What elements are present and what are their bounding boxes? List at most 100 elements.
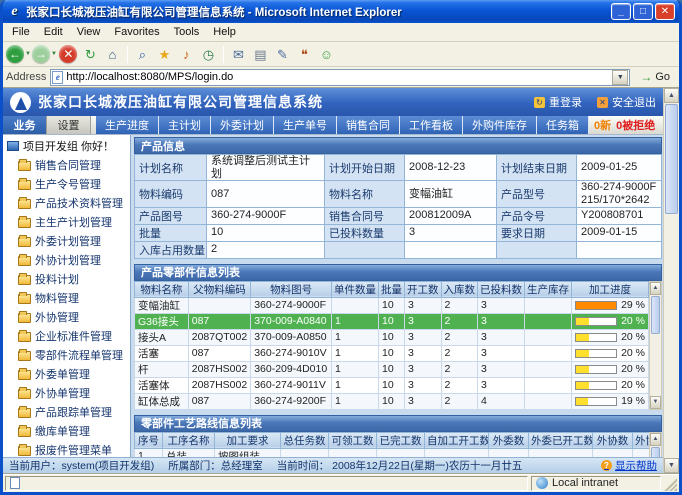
go-button[interactable]: → Go	[634, 68, 676, 87]
logout-button[interactable]: ✕ 安全退出	[597, 94, 656, 110]
sidebar-item[interactable]: 外协管理	[5, 307, 130, 326]
menu-item[interactable]: File	[5, 24, 37, 40]
help-icon: ?	[601, 460, 612, 471]
progress-label: 20 %	[621, 363, 645, 375]
column-header: 外协已开工数	[633, 432, 650, 448]
scroll-up-arrow[interactable]: ▲	[650, 282, 661, 295]
refresh-icon[interactable]: ↻	[80, 43, 101, 65]
活塞体[interactable]: 活塞体 2087HS002 360-274-9011V 1 10 3 2 3	[135, 377, 649, 393]
sidebar-item[interactable]: 销售合同管理	[5, 155, 130, 174]
forward-icon[interactable]: →▼	[32, 43, 57, 65]
G36接头[interactable]: G36接头 087 370-009-A0840 1 10 3 2 3	[135, 313, 649, 329]
接头A[interactable]: 接头A 2087QT002 370-009-A0850 1 10 3 2 3	[135, 329, 649, 345]
活塞[interactable]: 活塞 087 360-274-9010V 1 10 3 2 3	[135, 345, 649, 361]
show-help-link[interactable]: ? 显示帮助	[601, 458, 657, 473]
field-label: 产品令号	[497, 207, 577, 224]
progress-bar	[575, 333, 617, 342]
folder-icon	[18, 446, 31, 456]
menu-item[interactable]: Tools	[167, 24, 207, 40]
scrollbar-thumb[interactable]	[651, 447, 660, 457]
stop-icon[interactable]: ✕	[58, 43, 79, 65]
sidebar-item[interactable]: 主生产计划管理	[5, 212, 130, 231]
favorites-icon[interactable]: ★	[154, 43, 175, 65]
menu-item[interactable]: Edit	[37, 24, 70, 40]
sidebar-item[interactable]: 外协单管理	[5, 383, 130, 402]
sidebar-item[interactable]: 缴库单管理	[5, 421, 130, 440]
sidebar-item[interactable]: 零部件流程单管理	[5, 345, 130, 364]
nav-item[interactable]: 任务箱	[537, 116, 589, 134]
progress-label: 19 %	[621, 395, 645, 407]
sidebar-item[interactable]: 投料计划	[5, 269, 130, 288]
tree-root-node[interactable]: 项目开发组 你好！	[5, 137, 130, 155]
progress-label: 20 %	[621, 379, 645, 391]
close-button[interactable]: ✕	[655, 3, 675, 20]
product-info-row: 入库占用数量 2	[135, 241, 662, 258]
sidebar-item[interactable]: 物料管理	[5, 288, 130, 307]
column-header: 已投料数	[478, 281, 525, 297]
sidebar-item[interactable]: 外委计划管理	[5, 231, 130, 250]
sidebar-item[interactable]: 产品跟踪单管理	[5, 402, 130, 421]
address-input[interactable]: e http://localhost:8080/MPS/login.do ▼	[50, 69, 630, 86]
column-header: 物料图号	[251, 281, 332, 297]
scroll-down-arrow[interactable]: ▼	[664, 458, 679, 473]
messenger-icon[interactable]: ☺	[316, 43, 337, 65]
mail-icon[interactable]: ✉	[228, 43, 249, 65]
field-label: 产品型号	[497, 181, 577, 207]
folder-icon	[18, 408, 31, 418]
chevron-down-icon[interactable]: ▼	[51, 51, 57, 57]
discuss-icon[interactable]: ❝	[294, 43, 315, 65]
nav-item[interactable]: 外委计划	[211, 116, 274, 134]
scroll-up-arrow[interactable]: ▲	[664, 88, 679, 103]
window-title: 张家口长城液压油缸有限公司管理信息系统 - Microsoft Internet…	[26, 4, 607, 20]
sidebar-item[interactable]: 外协计划管理	[5, 250, 130, 269]
scroll-up-arrow[interactable]: ▲	[650, 433, 661, 446]
nav-item[interactable]: 外购件库存	[463, 116, 537, 134]
badge-new: 0新	[594, 117, 611, 133]
search-icon[interactable]: ⌕	[132, 43, 153, 65]
menu-item[interactable]: View	[70, 24, 108, 40]
back-icon[interactable]: ←▼	[6, 43, 31, 65]
home-icon[interactable]: ⌂	[102, 43, 123, 65]
nav-item[interactable]: 生产单号	[274, 116, 337, 134]
product-info-row: 产品图号 360-274-9000F 销售合同号 200812009A 产品令号…	[135, 207, 662, 224]
sidebar-item[interactable]: 企业标准件管理	[5, 326, 130, 345]
address-dropdown-button[interactable]: ▼	[612, 70, 628, 85]
tab-settings[interactable]: 设置	[47, 116, 91, 134]
progress-bar	[575, 301, 617, 310]
media-icon[interactable]: ♪	[176, 43, 197, 65]
relogin-button[interactable]: ↻ 重登录	[534, 94, 582, 110]
print-icon[interactable]: ▤	[250, 43, 271, 65]
tab-business[interactable]: 业务	[3, 116, 47, 134]
nav-item[interactable]: 销售合同	[337, 116, 400, 134]
menu-item[interactable]: Favorites	[107, 24, 166, 40]
minimize-button[interactable]: _	[611, 3, 631, 20]
history-icon[interactable]: ◷	[198, 43, 219, 65]
column-header: 父物料编码	[188, 281, 250, 297]
nav-item[interactable]: 工作看板	[400, 116, 463, 134]
sidebar-item[interactable]: 产品技术资料管理	[5, 193, 130, 212]
toolbar-separator	[124, 43, 131, 65]
address-url[interactable]: http://localhost:8080/MPS/login.do	[66, 71, 609, 83]
缸体总成[interactable]: 缸体总成 087 360-274-9200F 1 10 3 2 4	[135, 393, 649, 409]
title-bar[interactable]: e 张家口长城液压油缸有限公司管理信息系统 - Microsoft Intern…	[3, 0, 679, 23]
sidebar-item[interactable]: 报废件管理菜单	[5, 440, 130, 457]
scroll-down-arrow[interactable]: ▼	[650, 396, 661, 409]
address-label: Address	[6, 71, 46, 83]
scrollbar-thumb[interactable]	[651, 296, 660, 334]
chevron-down-icon[interactable]: ▼	[25, 51, 31, 57]
变幅油缸[interactable]: 变幅油缸 360-274-9000F 10 3 2 3	[135, 297, 649, 313]
maximize-button[interactable]: □	[633, 3, 653, 20]
nav-item[interactable]: 主计划	[159, 116, 211, 134]
menu-item[interactable]: Help	[206, 24, 243, 40]
杆[interactable]: 杆 2087HS002 360-209-4D010 1 10 3 2 3	[135, 361, 649, 377]
scrollbar-thumb[interactable]	[665, 104, 678, 214]
folder-icon	[18, 256, 31, 266]
nav-item[interactable]: 生产进度	[96, 116, 159, 134]
sidebar-item[interactable]: 生产令号管理	[5, 174, 130, 193]
status-message-cell	[5, 476, 528, 491]
resize-grip[interactable]	[664, 476, 677, 491]
edit-icon[interactable]: ✎	[272, 43, 293, 65]
browser-window: e 张家口长城液压油缸有限公司管理信息系统 - Microsoft Intern…	[0, 0, 682, 495]
sidebar-item[interactable]: 外委单管理	[5, 364, 130, 383]
route-table-row[interactable]: 1 总装 按图组装	[135, 448, 650, 457]
